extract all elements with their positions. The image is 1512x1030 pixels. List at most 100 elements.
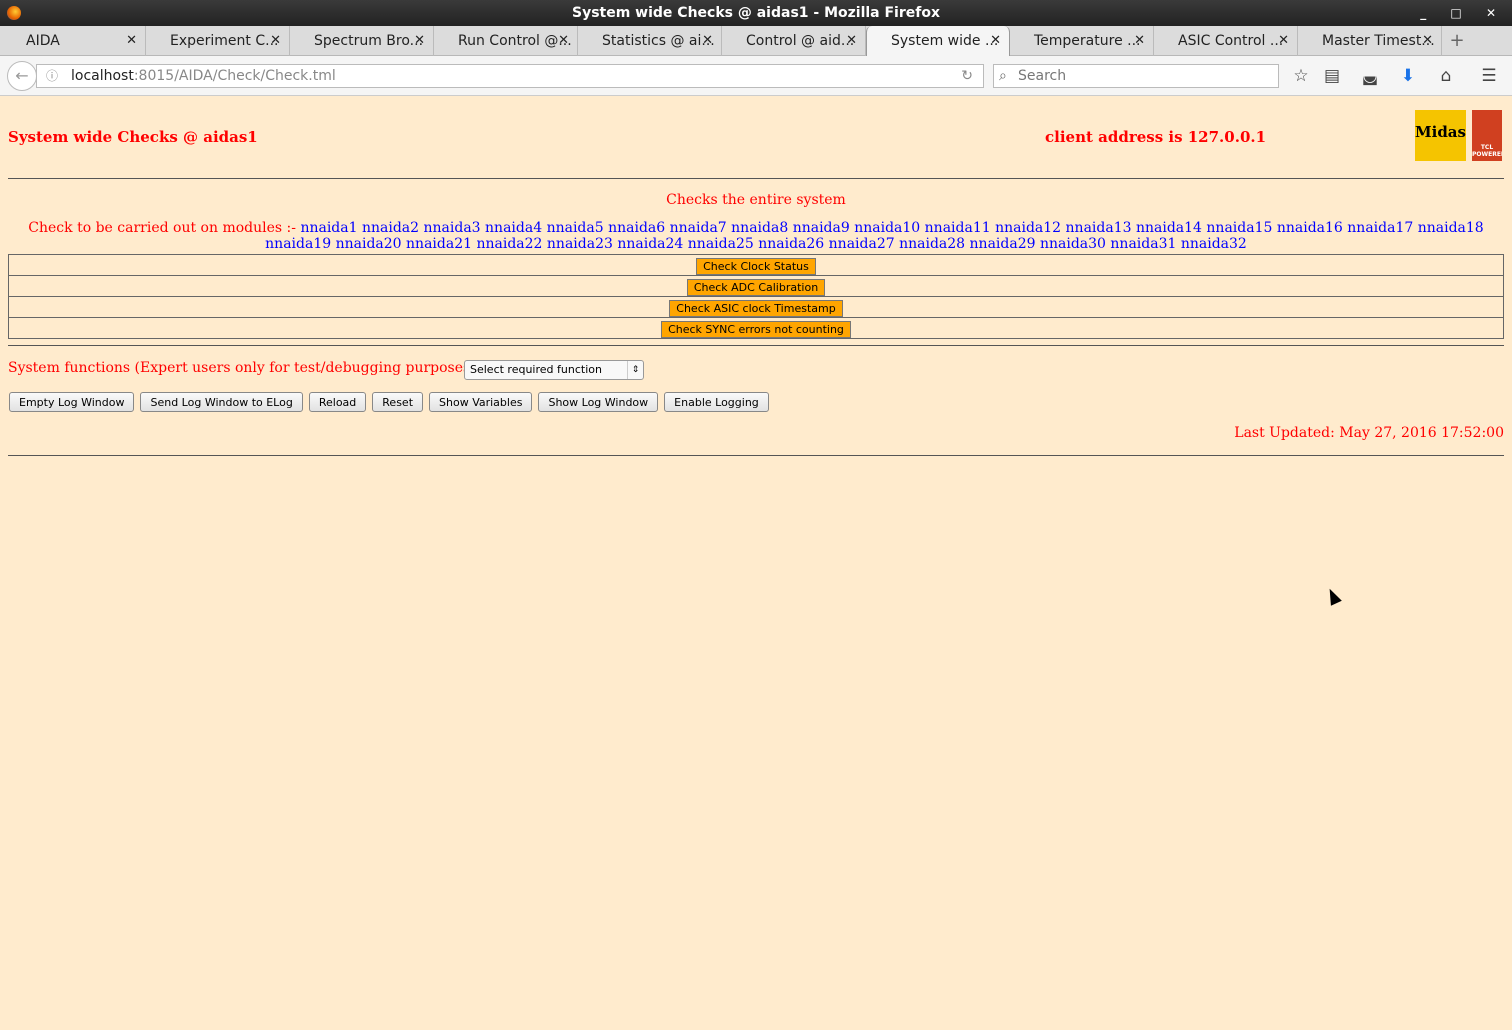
page-title: System wide Checks @ aidas1 (8, 128, 258, 146)
nav-bar: ← ⓘ localhost:8015/AIDA/Check/Check.tml … (0, 56, 1512, 96)
check-asic-clock-timestamp-button[interactable]: Check ASIC clock Timestamp (669, 300, 843, 317)
check-clock-status-button[interactable]: Check Clock Status (696, 258, 816, 275)
module-link-nnaida18[interactable]: nnaida18 (1418, 220, 1484, 236)
close-icon[interactable]: ✕ (1134, 26, 1145, 56)
search-icon: ⌕ (999, 68, 1007, 84)
url-bar[interactable]: ⓘ localhost:8015/AIDA/Check/Check.tml ↻ (36, 64, 984, 88)
empty-log-window-button[interactable]: Empty Log Window (9, 392, 135, 412)
close-icon[interactable]: ✕ (126, 26, 137, 56)
module-link-nnaida32[interactable]: nnaida32 (1181, 236, 1247, 252)
bookmark-star-icon[interactable]: ☆ (1290, 66, 1312, 86)
module-link-nnaida16[interactable]: nnaida16 (1277, 220, 1343, 236)
menu-icon[interactable]: ☰ (1478, 66, 1500, 86)
tab-label: Run Control @... (458, 33, 572, 49)
divider (8, 178, 1504, 179)
tab-statistics[interactable]: Statistics @ ai... ✕ (578, 26, 722, 56)
tab-asic-control[interactable]: ASIC Control ... ✕ (1154, 26, 1298, 56)
module-link-nnaida10[interactable]: nnaida10 (854, 220, 920, 236)
module-link-nnaida7[interactable]: nnaida7 (670, 220, 727, 236)
reload-button[interactable]: Reload (308, 392, 367, 412)
window-controls[interactable]: _ □ ✕ (1420, 0, 1506, 26)
tab-bar: AIDA ✕ Experiment C... ✕ Spectrum Bro... ✕ … (0, 26, 1512, 56)
back-arrow-icon[interactable]: ← (7, 61, 37, 91)
new-tab-icon[interactable]: + (1442, 26, 1472, 55)
enable-logging-button[interactable]: Enable Logging (664, 392, 769, 412)
close-icon[interactable]: ✕ (702, 26, 713, 56)
tab-spectrum[interactable]: Spectrum Bro... ✕ (290, 26, 434, 56)
module-link-nnaida3[interactable]: nnaida3 (424, 220, 481, 236)
close-icon[interactable]: ✕ (414, 26, 425, 56)
window-title: System wide Checks @ aidas1 - Mozilla Fi… (571, 5, 940, 21)
modules-list: Check to be carried out on modules :- nn… (0, 220, 1512, 252)
module-link-nnaida23[interactable]: nnaida23 (547, 236, 613, 252)
module-link-nnaida2[interactable]: nnaida2 (362, 220, 419, 236)
tab-master-timestamp[interactable]: Master Timest... ✕ (1298, 26, 1442, 56)
reading-list-icon[interactable]: ▤ (1321, 66, 1343, 86)
midas-logo: Midas (1415, 110, 1466, 161)
close-icon[interactable]: ✕ (846, 26, 857, 56)
tab-control[interactable]: Control @ aid... ✕ (722, 26, 866, 56)
module-link-nnaida20[interactable]: nnaida20 (336, 236, 402, 252)
check-sync-errors-button[interactable]: Check SYNC errors not counting (661, 321, 851, 338)
info-icon[interactable]: ⓘ (46, 65, 58, 87)
module-link-nnaida12[interactable]: nnaida12 (995, 220, 1061, 236)
module-link-nnaida5[interactable]: nnaida5 (547, 220, 604, 236)
module-link-nnaida9[interactable]: nnaida9 (793, 220, 850, 236)
check-adc-calibration-button[interactable]: Check ADC Calibration (686, 279, 826, 296)
reload-icon[interactable]: ↻ (961, 65, 973, 87)
module-link-nnaida31[interactable]: nnaida31 (1110, 236, 1176, 252)
module-link-nnaida30[interactable]: nnaida30 (1040, 236, 1106, 252)
module-link-nnaida17[interactable]: nnaida17 (1347, 220, 1413, 236)
module-link-nnaida15[interactable]: nnaida15 (1206, 220, 1272, 236)
select-arrows-icon: ⇕ (627, 361, 643, 379)
url-host: localhost (71, 68, 134, 84)
module-link-nnaida11[interactable]: nnaida11 (925, 220, 991, 236)
search-input[interactable]: ⌕ Search (993, 64, 1279, 88)
module-link-nnaida4[interactable]: nnaida4 (485, 220, 542, 236)
tab-experiment[interactable]: Experiment C... ✕ (146, 26, 290, 56)
close-icon[interactable]: ✕ (990, 26, 1001, 56)
mouse-cursor-icon (1324, 586, 1342, 606)
module-link-nnaida28[interactable]: nnaida28 (899, 236, 965, 252)
divider (8, 345, 1504, 346)
tab-system-wide[interactable]: System wide ... ✕ (866, 26, 1010, 56)
module-link-nnaida25[interactable]: nnaida25 (688, 236, 754, 252)
module-link-nnaida27[interactable]: nnaida27 (829, 236, 895, 252)
tab-label: Control @ aid... (746, 33, 855, 49)
tab-temperature[interactable]: Temperature ... ✕ (1010, 26, 1154, 56)
pocket-icon[interactable]: ◛ (1359, 66, 1381, 86)
module-link-nnaida29[interactable]: nnaida29 (970, 236, 1036, 252)
module-link-nnaida19[interactable]: nnaida19 (265, 236, 331, 252)
module-link-nnaida24[interactable]: nnaida24 (617, 236, 683, 252)
close-icon[interactable]: ✕ (1278, 26, 1289, 56)
tab-aida[interactable]: AIDA ✕ (2, 26, 146, 56)
function-select[interactable]: Select required function ⇕ (464, 360, 644, 380)
reset-button[interactable]: Reset (372, 392, 424, 412)
tab-label: AIDA (26, 33, 60, 49)
search-placeholder: Search (1018, 68, 1067, 84)
module-link-nnaida22[interactable]: nnaida22 (476, 236, 542, 252)
tab-run-control[interactable]: Run Control @... ✕ (434, 26, 578, 56)
module-link-nnaida26[interactable]: nnaida26 (758, 236, 824, 252)
module-link-nnaida1[interactable]: nnaida1 (300, 220, 357, 236)
close-icon[interactable]: ✕ (1422, 26, 1433, 56)
checks-table: Check Clock Status Check ADC Calibration… (8, 254, 1504, 339)
firefox-icon (7, 6, 21, 20)
close-icon[interactable]: ✕ (270, 26, 281, 56)
close-icon[interactable]: ✕ (558, 26, 569, 56)
module-link-nnaida8[interactable]: nnaida8 (731, 220, 788, 236)
module-link-nnaida6[interactable]: nnaida6 (608, 220, 665, 236)
show-variables-button[interactable]: Show Variables (429, 392, 533, 412)
tcl-powered-logo: TCL POWERED (1472, 110, 1502, 161)
system-functions-label: System functions (Expert users only for … (8, 360, 493, 376)
module-link-nnaida21[interactable]: nnaida21 (406, 236, 472, 252)
show-log-window-button[interactable]: Show Log Window (538, 392, 659, 412)
tab-label: Experiment C... (170, 33, 279, 49)
module-link-nnaida14[interactable]: nnaida14 (1136, 220, 1202, 236)
tab-label: Spectrum Bro... (314, 33, 424, 49)
tab-label: Master Timest... (1322, 33, 1435, 49)
module-link-nnaida13[interactable]: nnaida13 (1066, 220, 1132, 236)
download-icon[interactable]: ⬇ (1397, 66, 1419, 86)
home-icon[interactable]: ⌂ (1435, 66, 1457, 86)
send-log-to-elog-button[interactable]: Send Log Window to ELog (140, 392, 303, 412)
